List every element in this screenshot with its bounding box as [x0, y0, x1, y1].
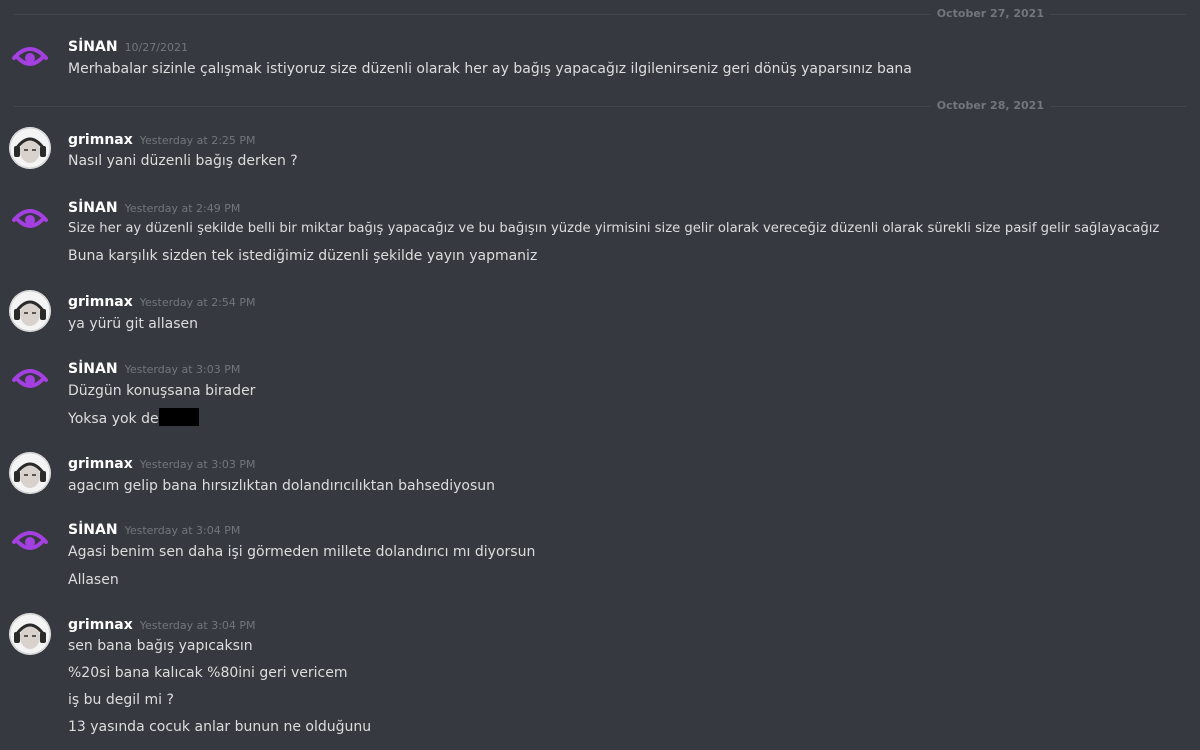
- username[interactable]: SİNAN: [68, 522, 118, 538]
- purple-eye-logo-icon[interactable]: [9, 518, 51, 560]
- message-text: Allasen: [68, 572, 119, 588]
- username[interactable]: SİNAN: [68, 39, 118, 55]
- message-text: Agasi benim sen daha işi görmeden millet…: [68, 544, 536, 560]
- headphones-avatar-icon[interactable]: [9, 613, 51, 655]
- purple-eye-logo-icon[interactable]: [9, 34, 51, 76]
- message-text: Düzgün konuşsana birader: [68, 383, 256, 399]
- headphones-avatar-icon[interactable]: [9, 290, 51, 332]
- timestamp: Yesterday at 3:03 PM: [139, 458, 256, 471]
- redaction-block: [158, 408, 199, 426]
- chat-area: October 27, 2021 SİNAN 10/27/2021 Merhaba…: [0, 0, 1200, 750]
- timestamp: Yesterday at 2:49 PM: [124, 202, 241, 215]
- message-text: iş bu degil mi ?: [68, 692, 174, 708]
- date-divider-label: October 28, 2021: [930, 98, 1050, 114]
- username[interactable]: grimnax: [68, 456, 133, 472]
- timestamp: Yesterday at 2:54 PM: [139, 296, 256, 309]
- message-text: %20si bana kalıcak %80ini geri vericem: [68, 665, 348, 681]
- headphones-avatar-icon[interactable]: [9, 452, 51, 494]
- date-divider-label: October 27, 2021: [930, 6, 1050, 22]
- username[interactable]: grimnax: [68, 294, 133, 310]
- message-text: ya yürü git allasen: [68, 316, 198, 332]
- message-text: 13 yasında cocuk anlar bunun ne olduğunu: [68, 719, 372, 735]
- purple-eye-logo-icon[interactable]: [9, 356, 51, 398]
- timestamp: Yesterday at 2:25 PM: [139, 134, 256, 147]
- message-text: Size her ay düzenli şekilde belli bir mi…: [68, 221, 1160, 236]
- username[interactable]: SİNAN: [68, 361, 118, 377]
- username[interactable]: grimnax: [68, 132, 133, 148]
- username[interactable]: grimnax: [68, 617, 133, 633]
- timestamp: 10/27/2021: [124, 41, 188, 54]
- timestamp: Yesterday at 3:04 PM: [139, 619, 256, 632]
- message-text: Merhabalar sizinle çalışmak istiyoruz si…: [68, 61, 912, 77]
- message-text: Yoksa yok de: [68, 411, 159, 427]
- purple-eye-logo-icon[interactable]: [9, 196, 51, 238]
- message-text: Buna karşılık sizden tek istediğimiz düz…: [68, 248, 538, 264]
- message-text: agacım gelip bana hırsızlıktan dolandırı…: [68, 478, 496, 494]
- date-divider: October 27, 2021: [14, 6, 1186, 22]
- message-text: Nasıl yani düzenli bağış derken ?: [68, 153, 298, 169]
- headphones-avatar-icon[interactable]: [9, 127, 51, 169]
- message-text: sen bana bağış yapıcaksın: [68, 638, 253, 654]
- username[interactable]: SİNAN: [68, 200, 118, 216]
- timestamp: Yesterday at 3:04 PM: [124, 524, 241, 537]
- message-text-redacted: Yoksa yok de: [68, 408, 199, 429]
- timestamp: Yesterday at 3:03 PM: [124, 363, 241, 376]
- date-divider: October 28, 2021: [14, 98, 1186, 114]
